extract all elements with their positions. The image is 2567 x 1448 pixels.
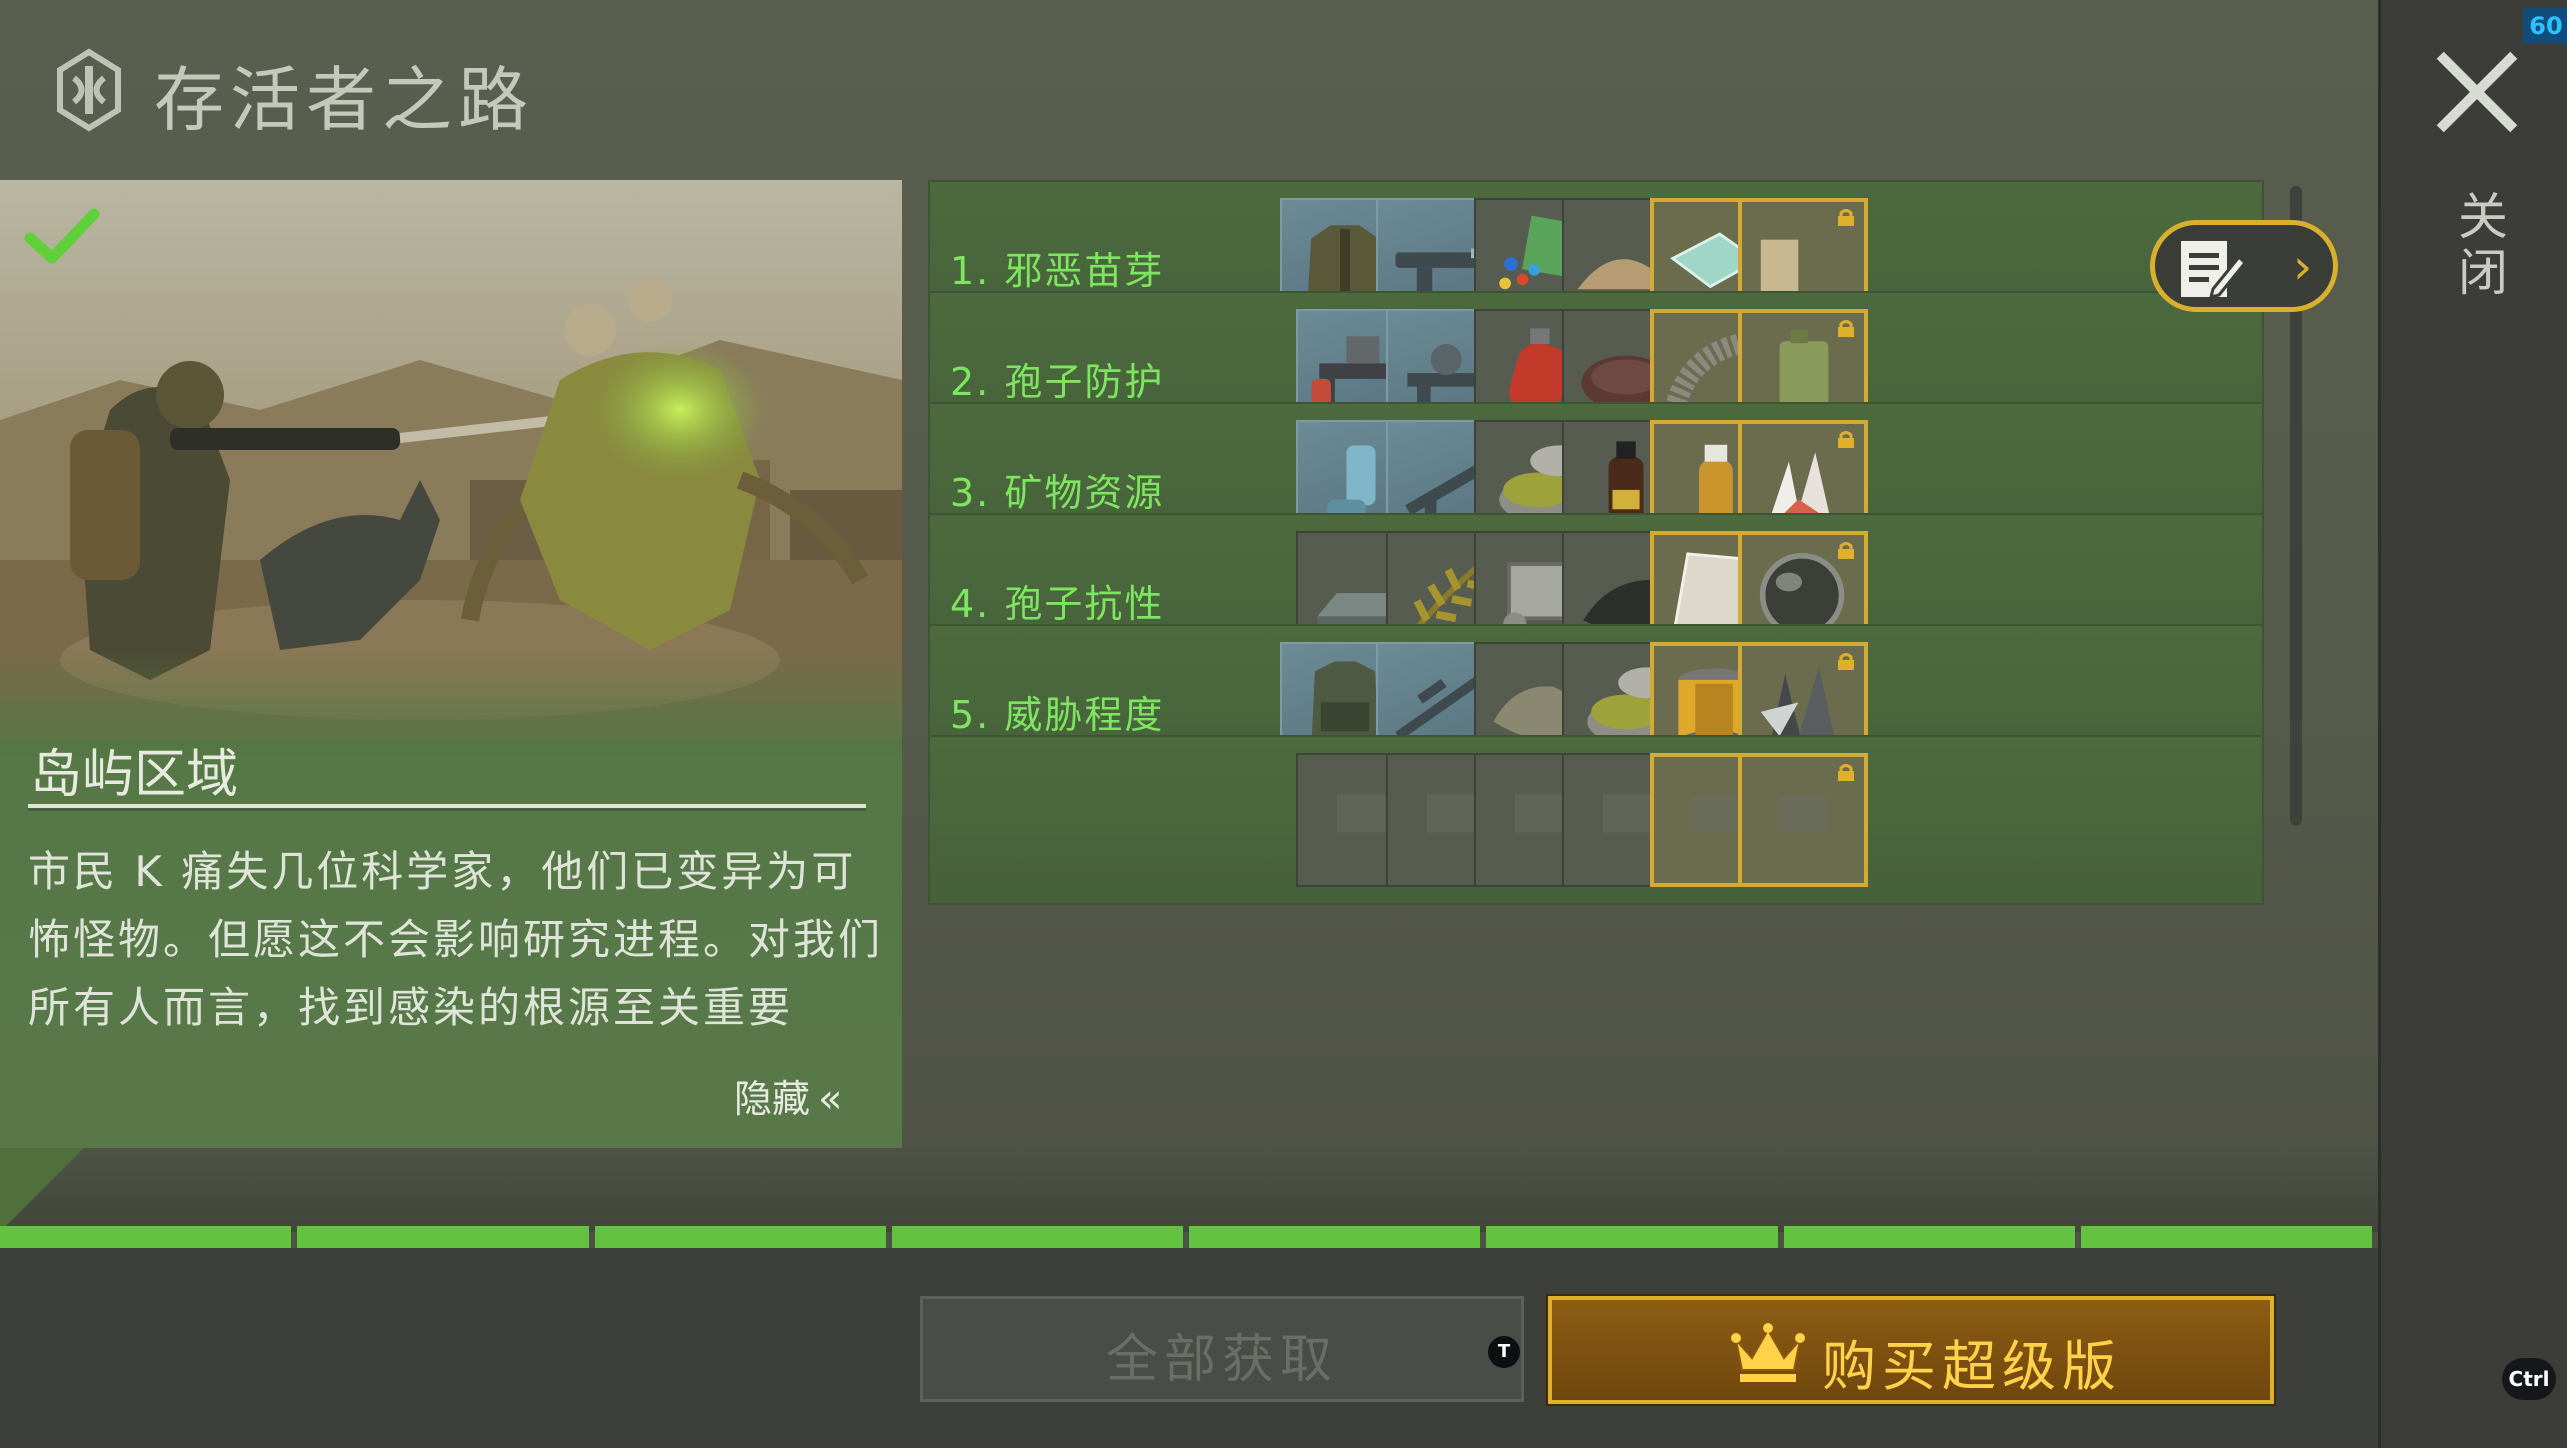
floor-corner xyxy=(0,1148,84,1232)
page-title: 存活者之路 xyxy=(154,59,534,141)
lock-icon xyxy=(1838,764,1854,781)
progress-segment xyxy=(2080,1226,2372,1248)
crown-icon xyxy=(1731,1323,1805,1382)
close-label[interactable]: 关闭 xyxy=(2450,190,2515,302)
lock-icon xyxy=(1838,209,1854,226)
stage-list[interactable]: 1. 邪恶苗芽✓✓✓10✓2010152. 孢子防护✓✓✓✓510153. 矿物… xyxy=(922,180,2282,1148)
lock-icon xyxy=(1838,542,1854,559)
progress-segment xyxy=(1486,1226,1778,1248)
stage-progress-bar xyxy=(0,1226,2378,1248)
double-chevron-left-icon: « xyxy=(818,1076,843,1122)
reward-slot[interactable] xyxy=(1738,753,1868,887)
buy-premium-label: 购买超级版 xyxy=(1822,1335,2122,1398)
ctrl-key-badge: Ctrl xyxy=(2502,1358,2556,1400)
progress-segment xyxy=(1189,1226,1481,1248)
notes-button[interactable]: › xyxy=(2150,220,2338,312)
progress-segment xyxy=(0,1226,292,1248)
notebook-icon xyxy=(2181,241,2248,300)
region-card: 岛屿区域 市民 K 痛失几位科学家，他们已变异为可怖怪物。但愿这不会影响研究进程… xyxy=(0,180,902,1148)
buy-premium-button[interactable]: 购买超级版 xyxy=(1548,1296,2274,1404)
stage-label: 1. 邪恶苗芽 xyxy=(950,249,1165,293)
completed-check-icon xyxy=(24,208,100,264)
stage-label: 4. 孢子抗性 xyxy=(950,582,1165,626)
survivor-emblem-icon xyxy=(57,48,121,132)
panel-floor xyxy=(0,1148,2378,1232)
progress-segment xyxy=(594,1226,886,1248)
game-screen: 存活者之路 岛屿区域 市民 K 痛失几位科学家，他们已变异为可怖怪物。但愿这不会… xyxy=(0,0,2567,1448)
close-icon[interactable] xyxy=(2430,46,2522,138)
hotkey-badge: T xyxy=(1488,1336,1520,1368)
stage-row[interactable]: ✓✓✓✓ xyxy=(928,735,2264,905)
claim-all-label: 全部获取 xyxy=(1105,1330,1338,1390)
lock-icon xyxy=(1838,320,1854,337)
hide-description-button[interactable]: 隐藏 « xyxy=(734,1068,843,1123)
chevron-right-icon: › xyxy=(2293,239,2313,295)
region-description: 市民 K 痛失几位科学家，他们已变异为可怖怪物。但愿这不会影响研究进程。对我们所… xyxy=(28,847,884,1032)
region-name: 岛屿区域 xyxy=(30,745,239,805)
fps-counter: 60 xyxy=(2523,8,2567,44)
region-divider xyxy=(28,804,866,808)
stage-label: 5. 威胁程度 xyxy=(950,693,1165,737)
hide-label: 隐藏 xyxy=(734,1077,811,1121)
progress-segment xyxy=(297,1226,589,1248)
lock-icon xyxy=(1838,431,1854,448)
stage-label: 3. 矿物资源 xyxy=(950,471,1165,515)
stage-label: 2. 孢子防护 xyxy=(950,360,1165,404)
lock-icon xyxy=(1838,653,1854,670)
progress-segment xyxy=(1783,1226,2075,1248)
progress-segment xyxy=(891,1226,1183,1248)
claim-all-button[interactable]: 全部获取 xyxy=(920,1296,1524,1402)
